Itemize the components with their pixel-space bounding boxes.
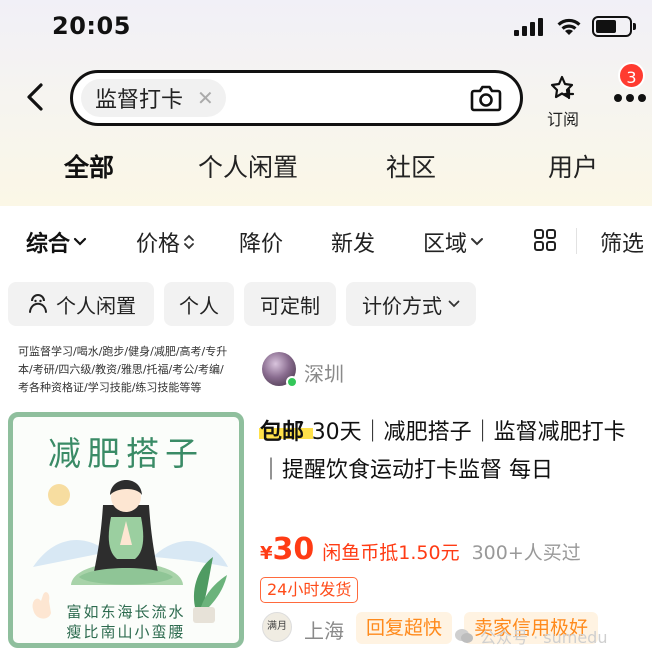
- snippet-line: 考各种资格证/学习技能/练习技能等等: [18, 381, 202, 393]
- battery-icon: [592, 16, 636, 37]
- currency-symbol: ¥: [260, 543, 273, 564]
- filter-label: 筛选: [600, 232, 645, 257]
- thumbnail-title: 减肥搭子: [48, 434, 204, 473]
- tab-label: 社区: [386, 153, 437, 182]
- sort-label: 价格: [136, 232, 181, 257]
- notification-badge: 3: [618, 62, 645, 89]
- sort-price-drop[interactable]: 降价: [239, 226, 283, 258]
- camera-search-button[interactable]: [470, 83, 502, 113]
- grid-view-icon: [534, 229, 556, 251]
- online-indicator: [286, 376, 298, 388]
- grid-view-button[interactable]: [533, 228, 557, 252]
- tab-label: 全部: [64, 153, 115, 182]
- subscribe-button[interactable]: 订阅: [543, 74, 583, 129]
- subscribe-icon: [550, 75, 575, 100]
- chip-pricing-method[interactable]: 计价方式: [346, 282, 476, 326]
- sort-price[interactable]: 价格: [136, 226, 195, 258]
- tab-personal-idle[interactable]: 个人闲置: [198, 148, 298, 184]
- chip-customizable[interactable]: 可定制: [244, 282, 336, 326]
- seller-avatar[interactable]: 满月: [262, 612, 292, 642]
- chip-label: 计价方式: [362, 293, 442, 318]
- sort-label: 新发: [331, 232, 376, 257]
- snippet-line: 本/考研/四六级/教资/雅思/托福/考公/考编/: [18, 363, 224, 376]
- wifi-icon: [557, 18, 581, 35]
- chip-personal[interactable]: 个人: [164, 282, 234, 326]
- free-shipping-label: 包邮: [259, 420, 313, 445]
- sort-newest[interactable]: 新发: [331, 226, 375, 258]
- category-tabs: 全部 个人闲置 社区 用户: [0, 148, 652, 194]
- tab-label: 个人闲置: [198, 153, 299, 182]
- product-thumbnail[interactable]: 减肥搭子 富如东海长流水 瘦比南山小蛮腰: [8, 412, 244, 648]
- previous-item-snippet: 可监督学习/喝水/跑步/健身/减肥/高考/专升 本/考研/四六级/教资/雅思/托…: [8, 337, 244, 393]
- chevron-down-icon: [448, 300, 460, 308]
- divider: [576, 228, 577, 254]
- search-keyword-chip[interactable]: 监督打卡 ✕: [81, 79, 226, 117]
- sort-comprehensive[interactable]: 综合: [26, 226, 87, 258]
- seller-location: 上海: [304, 619, 344, 643]
- sort-region[interactable]: 区域: [423, 226, 484, 258]
- product-title[interactable]: 包邮 30天｜减肥搭子｜监督减肥打卡｜提醒饮食运动打卡监督 每日: [259, 414, 644, 490]
- coin-deduction: 闲鱼币抵1.50元: [322, 542, 460, 564]
- fast-reply-tag: 回复超快: [356, 612, 453, 644]
- close-icon[interactable]: ✕: [197, 86, 214, 110]
- sort-label: 降价: [239, 232, 284, 257]
- snippet-line: 可监督学习/喝水/跑步/健身/减肥/高考/专升: [18, 345, 228, 358]
- filter-button[interactable]: 筛选: [600, 226, 644, 258]
- subscribe-label: 订阅: [546, 110, 579, 129]
- back-button[interactable]: [18, 80, 52, 114]
- filter-chips: 个人闲置 个人 可定制 计价方式: [0, 282, 652, 328]
- watermark: 公众号 · sumedu: [454, 624, 607, 648]
- chevron-down-icon: [73, 237, 87, 246]
- price-row: ¥ 30 闲鱼币抵1.50元 300+人买过: [260, 532, 581, 567]
- thumbnail-line: 富如东海长流水: [66, 603, 186, 621]
- search-input[interactable]: 监督打卡 ✕: [70, 70, 523, 126]
- more-menu-button[interactable]: 3: [612, 62, 652, 112]
- shipping-time-tag: 24小时发货: [260, 577, 359, 603]
- previous-seller-avatar[interactable]: [262, 352, 298, 388]
- chevron-down-icon: [471, 238, 484, 246]
- sort-bar: 综合 价格 降价 新发 区域 筛选: [0, 206, 652, 272]
- sort-label: 区域: [423, 232, 468, 257]
- price-value: 30: [272, 532, 315, 567]
- thumbnail-line: 瘦比南山小蛮腰: [66, 623, 186, 641]
- camera-icon: [470, 85, 502, 112]
- previous-item-location: 深圳: [304, 362, 344, 386]
- chip-label: 可定制: [260, 293, 320, 318]
- sort-label: 综合: [26, 232, 71, 257]
- status-time: 20:05: [52, 12, 131, 40]
- cellular-signal-icon: [514, 18, 543, 36]
- wechat-icon: [455, 629, 473, 643]
- tab-all[interactable]: 全部: [62, 148, 117, 184]
- more-dots-icon: [614, 94, 646, 102]
- previous-item-thumbnail[interactable]: 可监督学习/喝水/跑步/健身/减肥/高考/专升 本/考研/四六级/教资/雅思/托…: [8, 337, 244, 393]
- free-shipping-text: 包邮: [260, 420, 305, 445]
- chip-personal-idle[interactable]: 个人闲置: [8, 282, 154, 326]
- tab-community[interactable]: 社区: [386, 148, 436, 184]
- tab-users[interactable]: 用户: [548, 148, 598, 184]
- watermark-text: 公众号 · sumedu: [480, 628, 608, 647]
- tab-label: 用户: [548, 153, 599, 182]
- product-title-text: 30天｜减肥搭子｜监督减肥打卡｜提醒饮食运动打卡监督 每日: [260, 420, 626, 483]
- person-icon: [29, 294, 47, 313]
- chip-label: 个人: [179, 293, 219, 318]
- sort-updown-icon: [184, 234, 194, 250]
- chip-label: 个人闲置: [56, 293, 136, 318]
- search-keyword: 监督打卡: [95, 88, 184, 113]
- chevron-left-icon: [27, 83, 43, 111]
- bought-count: 300+人买过: [471, 542, 581, 564]
- status-bar: 20:05: [0, 0, 652, 54]
